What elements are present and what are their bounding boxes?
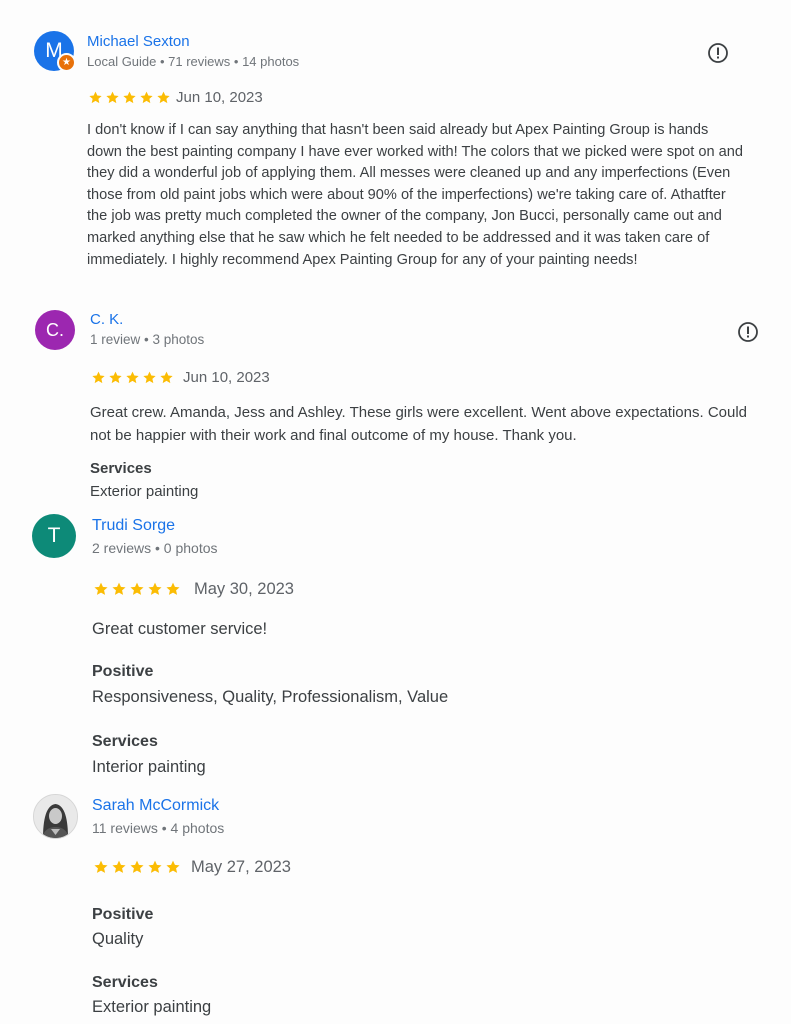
review-date: May 30, 2023: [194, 580, 294, 598]
star-rating: [93, 859, 181, 875]
services-label: Services: [92, 733, 158, 750]
star-icon: [148, 860, 162, 873]
profile-photo-icon: [34, 795, 77, 838]
star-icon: [143, 371, 156, 384]
reviewer-meta: Local Guide • 71 reviews • 14 photos: [87, 54, 300, 69]
services-label: Services: [90, 460, 152, 477]
services-value: Interior painting: [92, 758, 206, 776]
positive-value: Quality: [92, 930, 144, 948]
star-icon: [140, 91, 153, 104]
review-date: Jun 10, 2023: [183, 369, 270, 386]
star-rating: [91, 370, 174, 385]
star-rating: [88, 90, 171, 105]
star-icon: [94, 860, 108, 873]
star-icon: [92, 371, 105, 384]
services-label: Services: [92, 974, 158, 991]
star-icon: [130, 582, 144, 595]
positive-value: Responsiveness, Quality, Professionalism…: [92, 688, 449, 706]
services-value: Exterior painting: [90, 483, 199, 500]
star-icon: [89, 91, 102, 104]
star-icon: [109, 371, 122, 384]
star-rating: [93, 581, 181, 597]
star-icon: [112, 582, 126, 595]
positive-label: Positive: [92, 906, 154, 923]
report-flag-icon[interactable]: [707, 42, 729, 64]
star-icon: [112, 860, 126, 873]
avatar[interactable]: M ★: [34, 31, 76, 72]
star-icon: [148, 582, 162, 595]
star-icon: [160, 371, 173, 384]
services-value: Exterior painting: [92, 998, 212, 1016]
review-date: Jun 10, 2023: [176, 89, 263, 106]
star-icon: [166, 582, 180, 595]
avatar[interactable]: T: [32, 514, 76, 558]
star-icon: [94, 582, 108, 595]
avatar[interactable]: C.: [35, 310, 75, 350]
report-flag-icon[interactable]: [737, 321, 759, 343]
review-date: May 27, 2023: [191, 858, 291, 876]
reviewer-meta: 2 reviews • 0 photos: [92, 540, 218, 556]
star-icon: [166, 860, 180, 873]
star-icon: [157, 91, 170, 104]
reviewer-name[interactable]: Michael Sexton: [87, 33, 190, 50]
reviewer-meta: 11 reviews • 4 photos: [92, 820, 225, 836]
review-text: I don't know if I can say anything that …: [87, 122, 744, 268]
star-icon: [130, 860, 144, 873]
star-icon: [106, 91, 119, 104]
reviewer-name[interactable]: C. K.: [90, 311, 123, 328]
positive-label: Positive: [92, 663, 154, 680]
reviewer-name[interactable]: Trudi Sorge: [92, 517, 175, 535]
local-guide-badge-icon: ★: [57, 53, 76, 72]
review-text: Great customer service!: [92, 620, 268, 638]
review-text: Great crew. Amanda, Jess and Ashley. The…: [90, 404, 748, 444]
reviewer-name[interactable]: Sarah McCormick: [92, 797, 219, 815]
star-icon: [123, 91, 136, 104]
avatar[interactable]: [33, 794, 78, 839]
reviewer-meta: 1 review • 3 photos: [90, 332, 205, 347]
star-icon: [126, 371, 139, 384]
